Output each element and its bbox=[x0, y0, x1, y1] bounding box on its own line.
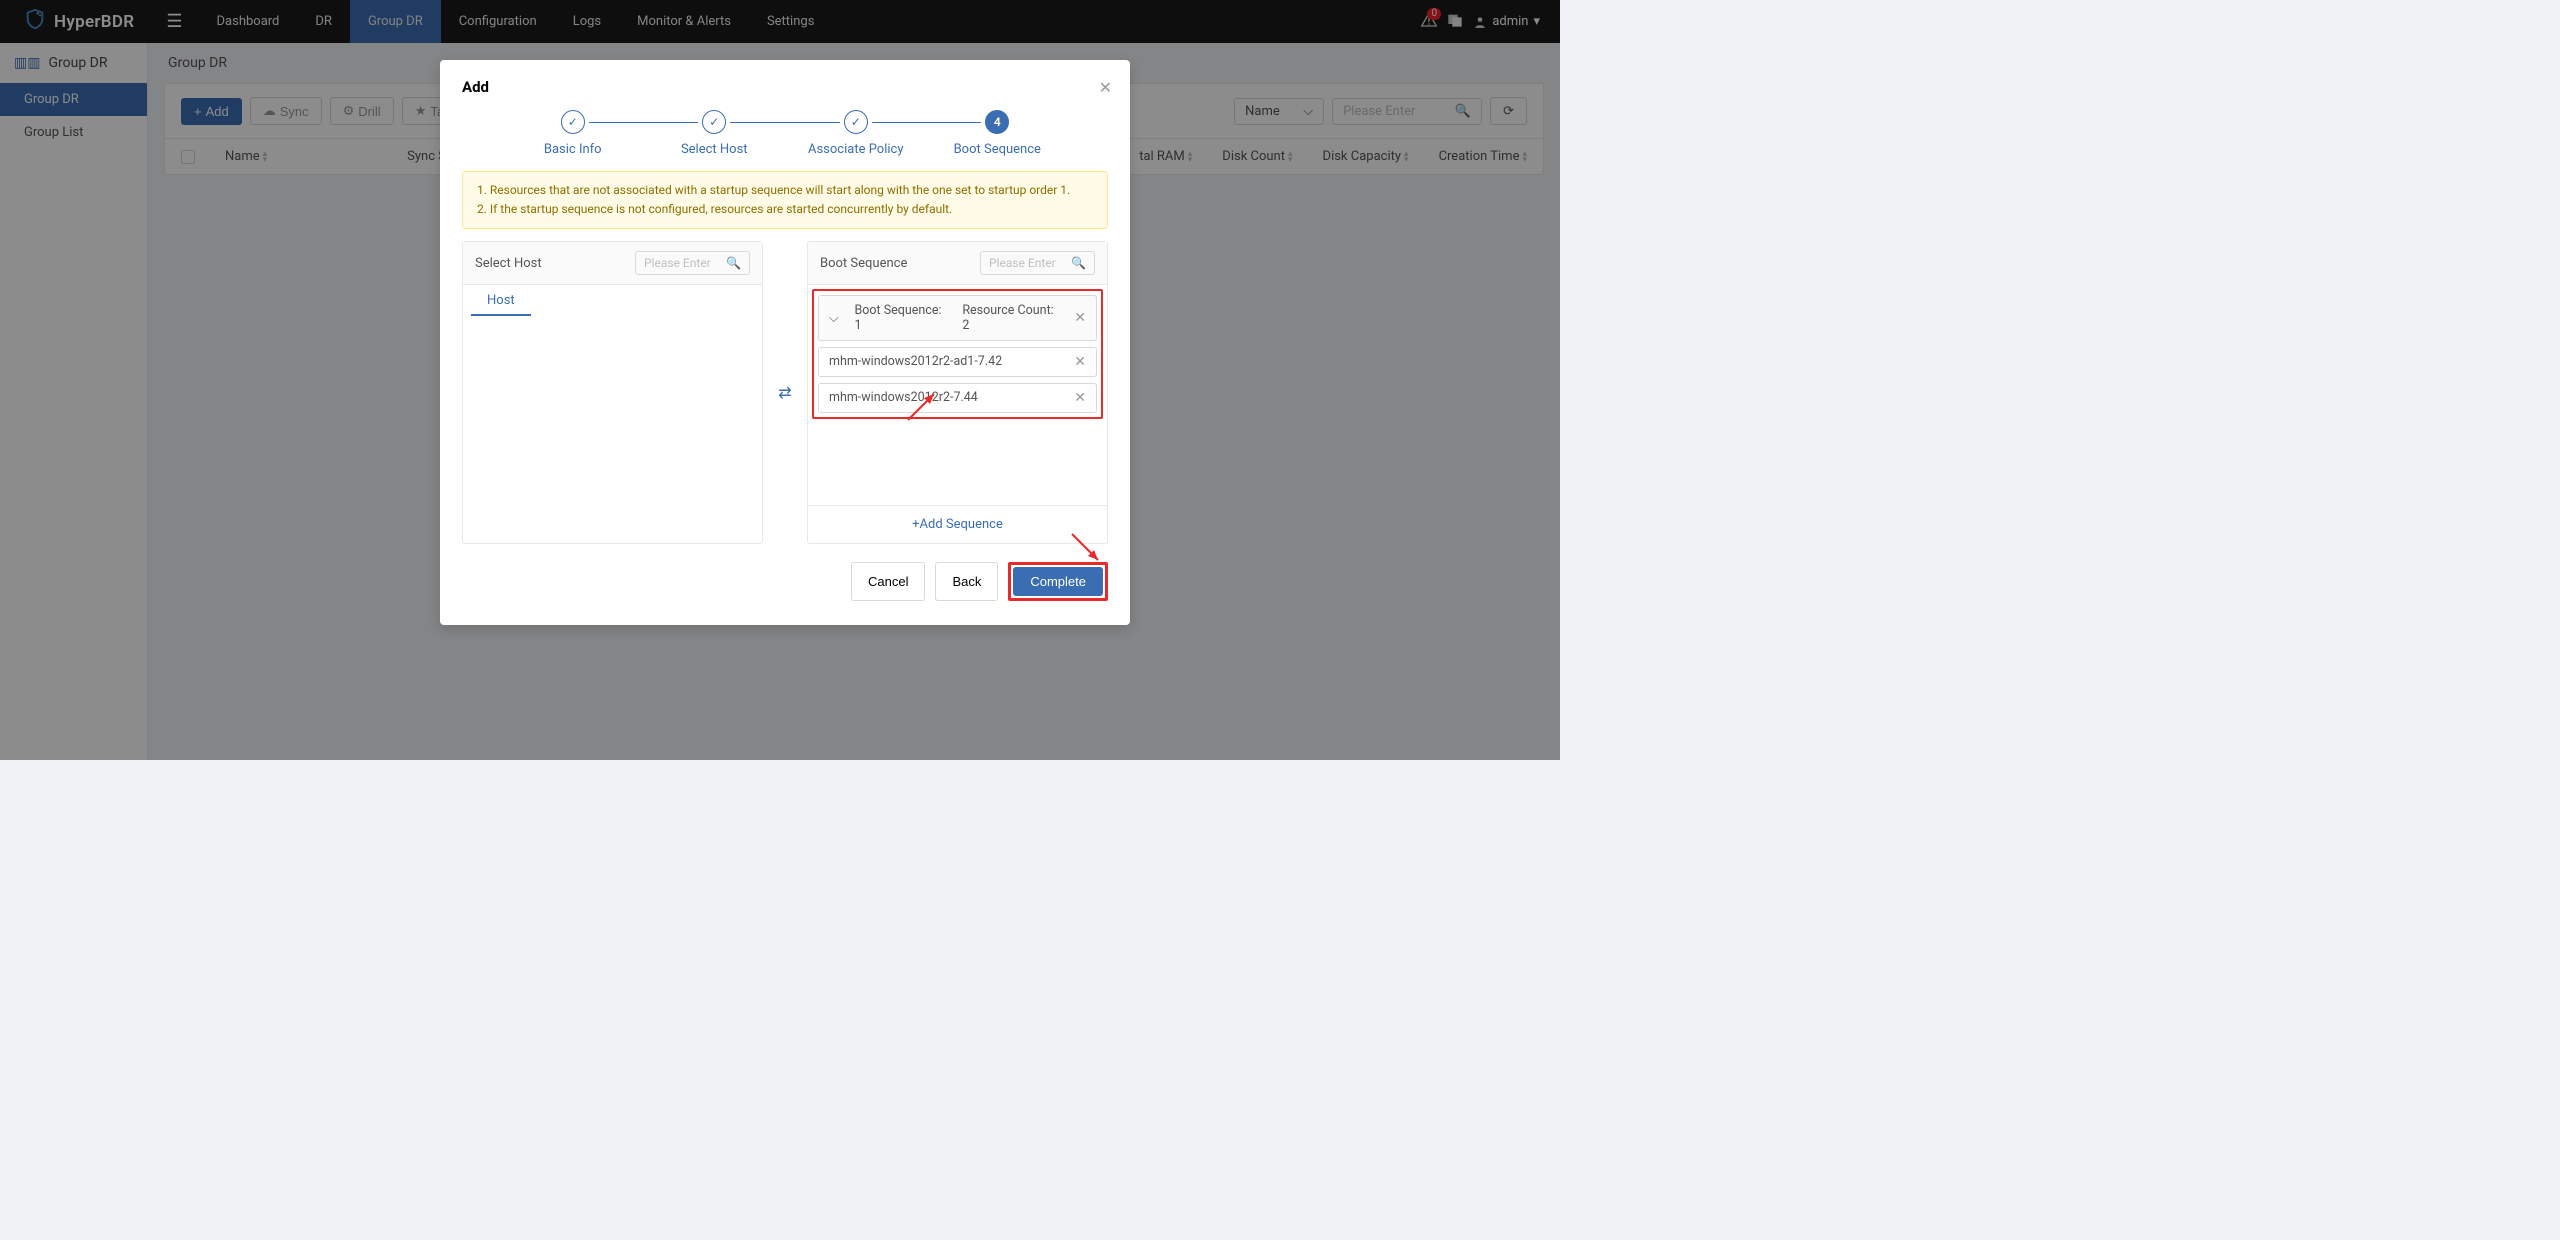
select-host-search[interactable]: Please Enter🔍 bbox=[635, 251, 750, 275]
complete-button[interactable]: Complete bbox=[1013, 567, 1103, 596]
sequence-item[interactable]: mhm-windows2012r2-7.44✕ bbox=[818, 383, 1097, 413]
add-modal: Add ✕ ✓Basic Info ✓Select Host ✓Associat… bbox=[440, 60, 1130, 625]
remove-item-icon[interactable]: ✕ bbox=[1074, 354, 1086, 370]
boot-sequence-panel: Boot Sequence Please Enter🔍 ⌵ Boot Seque… bbox=[807, 241, 1108, 544]
tip-line-1: 1. Resources that are not associated wit… bbox=[477, 181, 1093, 200]
back-button[interactable]: Back bbox=[935, 562, 998, 601]
cancel-button[interactable]: Cancel bbox=[851, 562, 925, 601]
chevron-down-icon: ⌵ bbox=[829, 311, 838, 326]
step-basic-info[interactable]: ✓Basic Info bbox=[502, 110, 644, 157]
swap-icon[interactable]: ⇄ bbox=[773, 241, 797, 544]
step-boot-sequence[interactable]: 4Boot Sequence bbox=[927, 110, 1069, 157]
select-host-panel: Select Host Please Enter🔍 Host bbox=[462, 241, 763, 544]
boot-sequence-search[interactable]: Please Enter🔍 bbox=[980, 251, 1095, 275]
search-icon: 🔍 bbox=[1071, 256, 1086, 270]
sequence-label: Boot Sequence: 1 bbox=[854, 303, 946, 333]
modal-title: Add bbox=[462, 78, 1108, 96]
select-host-title: Select Host bbox=[475, 256, 542, 271]
remove-item-icon[interactable]: ✕ bbox=[1074, 390, 1086, 406]
sequence-item[interactable]: mhm-windows2012r2-ad1-7.42✕ bbox=[818, 347, 1097, 377]
step-select-host[interactable]: ✓Select Host bbox=[644, 110, 786, 157]
stepper: ✓Basic Info ✓Select Host ✓Associate Poli… bbox=[502, 110, 1068, 157]
search-icon: 🔍 bbox=[726, 256, 741, 270]
resource-count: Resource Count: 2 bbox=[962, 303, 1058, 333]
tip-line-2: 2. If the startup sequence is not config… bbox=[477, 200, 1093, 219]
complete-highlight: Complete bbox=[1008, 562, 1108, 601]
close-icon[interactable]: ✕ bbox=[1099, 78, 1112, 97]
step-associate-policy[interactable]: ✓Associate Policy bbox=[785, 110, 927, 157]
sequence-highlight: ⌵ Boot Sequence: 1 Resource Count: 2 ✕ m… bbox=[812, 289, 1103, 419]
sequence-group-1[interactable]: ⌵ Boot Sequence: 1 Resource Count: 2 ✕ bbox=[818, 295, 1097, 341]
remove-sequence-icon[interactable]: ✕ bbox=[1074, 310, 1086, 326]
tab-host[interactable]: Host bbox=[471, 287, 531, 316]
boot-sequence-title: Boot Sequence bbox=[820, 256, 907, 271]
tip-box: 1. Resources that are not associated wit… bbox=[462, 171, 1108, 229]
add-sequence-button[interactable]: +Add Sequence bbox=[808, 505, 1107, 543]
